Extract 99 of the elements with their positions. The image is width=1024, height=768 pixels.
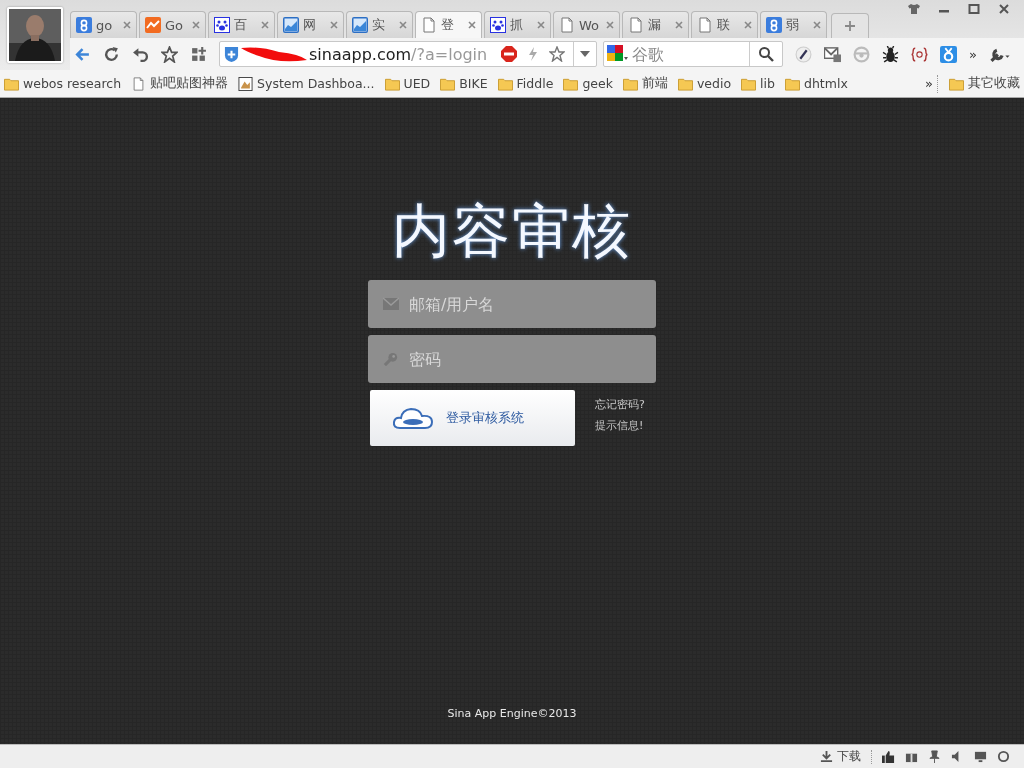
chart-favicon-icon [352,17,368,33]
bookmark-item[interactable]: Fiddle [497,76,554,91]
folder-icon [622,76,638,91]
bookmark-item[interactable]: vedio [677,76,732,91]
address-bar[interactable]: sinaapp.com/?a=login [219,41,597,67]
browser-tab[interactable]: 抓 [484,11,551,38]
browser-tab[interactable]: 登 [415,11,482,38]
close-icon[interactable] [744,21,752,29]
close-icon[interactable] [606,21,614,29]
close-icon[interactable] [192,21,200,29]
login-button[interactable]: 登录审核系统 [370,390,575,446]
browser-tab[interactable]: 百 [208,11,275,38]
bookmark-item[interactable]: 其它收藏 [949,75,1020,92]
close-icon[interactable] [675,21,683,29]
shield-icon [224,45,239,63]
close-icon[interactable] [468,21,476,29]
page-favicon-icon [559,17,575,33]
search-field[interactable]: 谷歌 [603,41,783,67]
browser-tab[interactable]: 实 [346,11,413,38]
bookmark-item[interactable]: lib [741,76,775,91]
url-path: /?a=login [411,44,488,64]
folder-icon [563,76,579,91]
page-icon [131,76,147,91]
downloads-button[interactable]: 下载 [820,748,861,765]
bookmark-item[interactable]: webos research [4,76,122,91]
circle-icon[interactable] [997,750,1010,763]
apps-icon[interactable] [190,45,207,63]
chart-favicon-icon [145,17,161,33]
pen-icon[interactable] [795,45,812,63]
chart-favicon-icon [283,17,299,33]
google-favicon-icon [766,17,782,33]
back-icon[interactable] [74,45,91,63]
folder-icon [785,76,800,91]
browser-tab[interactable]: Go [139,11,206,38]
download-icon [820,750,833,763]
thumbs-up-icon[interactable] [882,750,895,763]
footer-text: Sina App Engine©2013 [447,707,577,720]
star-icon[interactable] [161,45,178,63]
page-title: 内容审核 [391,196,633,267]
new-tab-button[interactable] [831,13,869,38]
browser-tab[interactable]: 网 [277,11,344,38]
bookmark-item[interactable]: dhtmlx [785,76,848,91]
close-icon[interactable] [399,21,407,29]
folder-icon [497,76,513,91]
shirt-icon[interactable] [908,4,920,14]
colored-squares-icon[interactable] [607,45,629,63]
bookmark-item[interactable]: geek [563,76,613,91]
browser-tab[interactable]: 联 [691,11,758,38]
pin-icon[interactable] [928,750,941,763]
close-icon[interactable] [998,4,1010,14]
folder-icon [440,76,456,91]
maximize-icon[interactable] [968,4,980,14]
star-icon[interactable] [549,46,565,62]
close-icon[interactable] [330,21,338,29]
bookmark-item[interactable]: 贴吧贴图神器 [131,75,229,92]
ring-app-icon[interactable] [940,45,957,63]
plus-icon [844,20,856,32]
hint-link[interactable]: 提示信息! [595,418,645,433]
password-field[interactable]: 密码 [368,335,656,383]
browser-tab[interactable]: 弱 [760,11,827,38]
bookmark-item[interactable]: BIKE [440,76,488,91]
bookmark-item[interactable]: System Dashboa... [238,76,375,91]
google-favicon-icon [76,17,92,33]
close-icon[interactable] [537,21,545,29]
folder-icon [741,76,757,91]
reload-icon[interactable] [103,45,120,63]
key-icon [383,352,399,366]
app-thumbnail-icon [238,76,254,91]
folder-icon [4,76,19,91]
folder-icon [949,76,964,91]
bug-icon[interactable] [882,45,899,63]
close-icon[interactable] [813,21,821,29]
page-favicon-icon [697,17,713,33]
search-icon [758,46,774,62]
extensions-overflow-button[interactable]: » [969,46,977,62]
browser-tab[interactable]: 漏 [622,11,689,38]
close-icon[interactable] [123,21,131,29]
page-favicon-icon [628,17,644,33]
folder-icon [384,76,400,91]
browser-tab[interactable]: go [70,11,137,38]
envelope-icon [383,297,399,311]
forgot-password-link[interactable]: 忘记密码? [595,397,645,412]
cloud-icon [392,406,434,430]
bookmarks-overflow-button[interactable]: » [925,76,933,91]
paw-favicon-icon [490,17,506,33]
page-favicon-icon [421,17,437,33]
browser-tab[interactable]: Wo [553,11,620,38]
bookmark-item[interactable]: 前端 [622,75,668,92]
braces-icon[interactable] [911,45,928,63]
monitor-icon[interactable] [974,750,987,763]
username-field[interactable]: 邮箱/用户名 [368,280,656,328]
url-host: sinaapp.com [309,44,412,64]
close-icon[interactable] [261,21,269,29]
caret-icon [580,51,590,57]
stop-sign-icon[interactable] [501,46,517,62]
bookmark-item[interactable]: UED [384,76,431,91]
folder-icon [677,76,693,91]
mail-icon[interactable] [824,45,841,63]
paw-favicon-icon [214,17,230,33]
